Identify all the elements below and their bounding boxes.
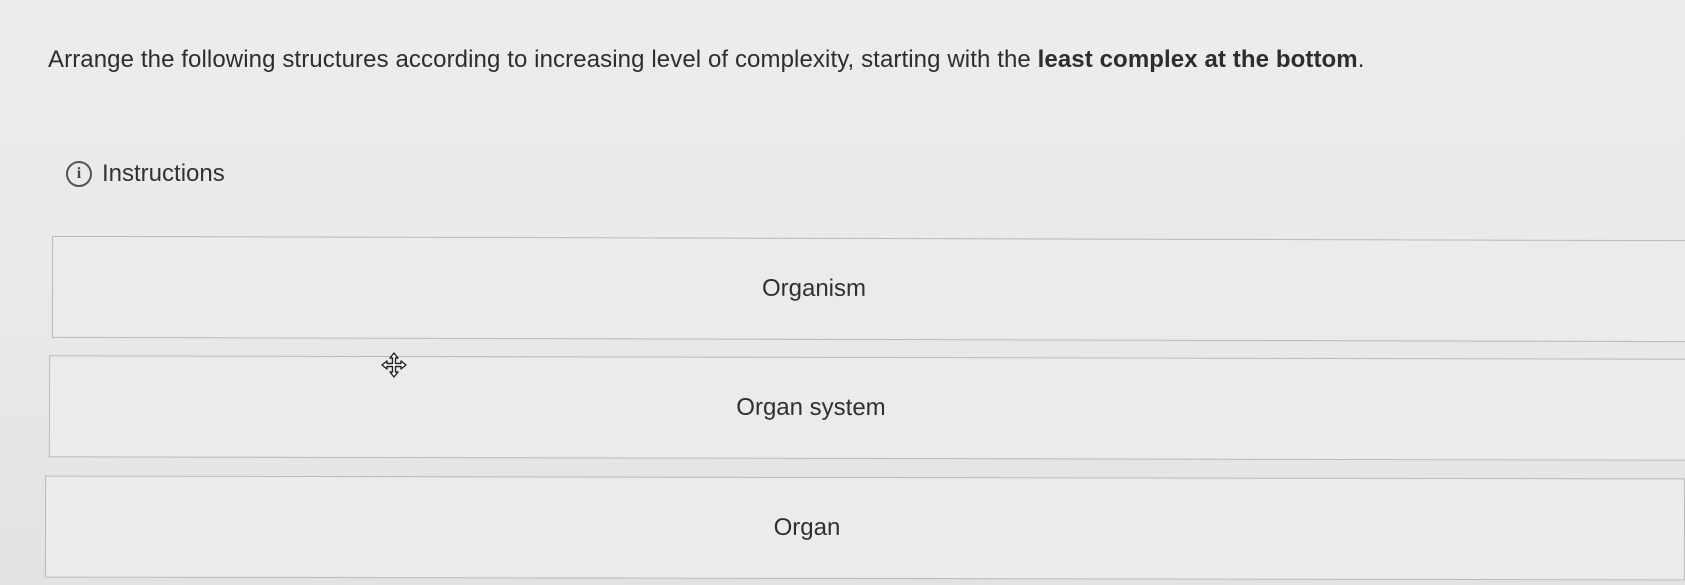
instructions-toggle[interactable]: i Instructions [66,160,225,188]
question-prompt: Arrange the following structures accordi… [48,46,1365,74]
question-emphasis: least complex at the bottom [1037,46,1358,73]
sortable-item-organ[interactable]: Organ [44,475,1685,581]
sortable-item-label: Organ [773,513,841,541]
sortable-item-label: Organ system [736,393,886,422]
sortable-item-organ-system[interactable]: Organ system [48,355,1685,461]
question-end: . [1357,46,1365,73]
instructions-label: Instructions [102,160,225,187]
info-icon: i [66,161,92,187]
question-text: Arrange the following structures accordi… [48,46,1038,73]
move-cursor-icon [381,352,407,378]
sortable-item-organism[interactable]: Organism [51,235,1685,343]
question-page: Arrange the following structures accordi… [0,0,1685,585]
sortable-item-label: Organism [761,274,867,302]
